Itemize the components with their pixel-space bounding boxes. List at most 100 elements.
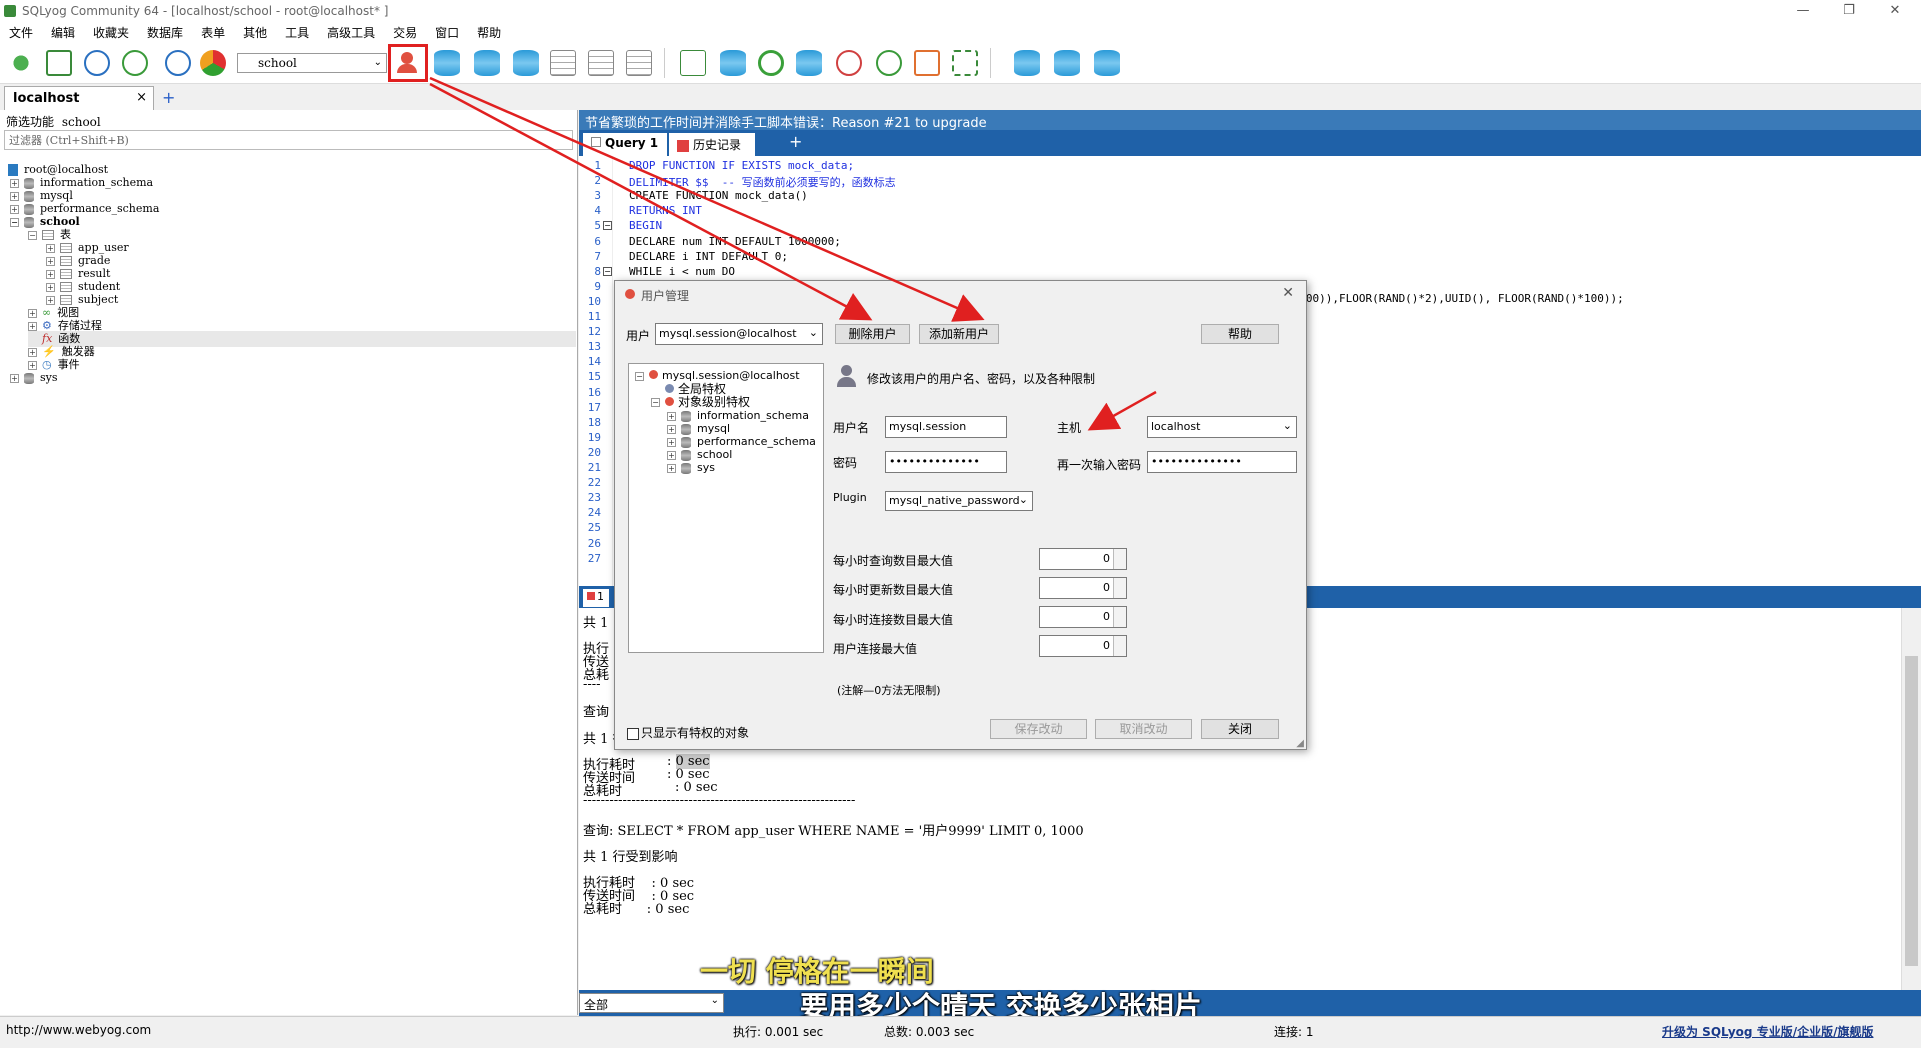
schema-designer-icon[interactable] (952, 50, 978, 76)
close-tab-icon[interactable]: × (136, 90, 147, 105)
status-url[interactable]: http://www.webyog.com (6, 1023, 151, 1037)
expand-icon[interactable]: + (28, 321, 37, 331)
expand-icon[interactable]: + (667, 411, 676, 421)
max-user-connections-stepper[interactable]: 0 (1039, 635, 1127, 657)
close-icon[interactable]: ✕ (1282, 285, 1294, 301)
checkbox-box[interactable] (627, 727, 639, 740)
execute-all-icon[interactable] (122, 50, 148, 76)
plugin-select[interactable]: mysql_native_password ⌄ (885, 491, 1033, 511)
expand-icon[interactable]: + (10, 204, 19, 214)
data-sync-icon[interactable] (796, 50, 822, 76)
cancel-button[interactable]: 取消改动 (1095, 719, 1192, 739)
new-query-icon[interactable] (46, 50, 72, 76)
menu-advanced-tools[interactable]: 高级工具 (318, 24, 384, 41)
connect-icon[interactable] (8, 50, 34, 76)
expand-icon[interactable]: + (46, 243, 55, 253)
collapse-icon[interactable]: − (635, 371, 644, 381)
username-input[interactable]: mysql.session (885, 416, 1007, 438)
scroll-thumb[interactable] (1905, 656, 1918, 966)
expand-icon[interactable]: + (10, 373, 19, 383)
host-select[interactable]: localhost ⌄ (1147, 416, 1297, 438)
expand-icon[interactable]: + (46, 269, 55, 279)
tab-query-1[interactable]: Query 1 (583, 133, 667, 156)
sync-icon[interactable] (680, 50, 706, 76)
chevron-down-icon: ⌄ (808, 326, 818, 339)
collapse-icon[interactable]: − (10, 217, 19, 227)
menu-edit[interactable]: 编辑 (42, 24, 84, 41)
notify-icon[interactable] (876, 50, 902, 76)
save-button[interactable]: 保存改动 (990, 719, 1087, 739)
tab-history[interactable]: 历史记录 (669, 133, 755, 156)
execute-edit-icon[interactable] (165, 50, 191, 76)
database-select[interactable]: school ⌄ (237, 53, 387, 73)
refresh-icon[interactable] (758, 50, 784, 76)
delete-user-button[interactable]: 删除用户 (835, 324, 910, 344)
help-button[interactable]: 帮助 (1201, 324, 1279, 344)
expand-icon[interactable]: + (46, 282, 55, 292)
query-builder-icon[interactable] (914, 50, 940, 76)
menu-help[interactable]: 帮助 (468, 24, 510, 41)
menu-database[interactable]: 数据库 (138, 24, 192, 41)
filter-input[interactable]: 过滤器 (Ctrl+Shift+B) (4, 130, 573, 150)
expand-icon[interactable]: + (667, 424, 676, 434)
expand-icon[interactable]: + (46, 295, 55, 305)
show-only-checkbox[interactable]: 只显示有特权的对象 (627, 724, 749, 741)
upgrade-link[interactable]: 升级为 SQLyog 专业版/企业版/旗舰版 (1662, 1023, 1873, 1040)
collapse-icon[interactable]: − (651, 398, 660, 407)
upgrade-notice[interactable]: 节省繁琐的工作时间并消除手工脚本错误：Reason #21 to upgrade (579, 110, 1921, 131)
table-data-icon[interactable] (550, 50, 576, 76)
result-tab-1[interactable]: 1 (583, 589, 609, 607)
menu-tools[interactable]: 工具 (276, 24, 318, 41)
expand-icon[interactable]: + (667, 450, 676, 460)
max-connections-stepper[interactable]: 0 (1039, 606, 1127, 628)
import-icon[interactable] (626, 50, 652, 76)
max-queries-stepper[interactable]: 0 (1039, 548, 1127, 570)
password-input[interactable]: •••••••••••••• (885, 451, 1007, 473)
confirm-password-input[interactable]: •••••••••••••• (1147, 451, 1297, 473)
backup-icon[interactable] (474, 50, 500, 76)
restore-icon[interactable]: ❐ (1826, 0, 1872, 22)
expand-icon[interactable]: + (28, 308, 37, 318)
close-button[interactable]: 关闭 (1201, 719, 1279, 739)
result-filter-select[interactable]: 全部 ⌄ (579, 993, 724, 1013)
menu-favorites[interactable]: 收藏夹 (84, 24, 138, 41)
tree-db-sys[interactable]: + sys (10, 370, 58, 386)
tree-db-sys[interactable]: + sys (667, 460, 715, 476)
results-scrollbar[interactable] (1901, 608, 1921, 995)
expand-icon[interactable]: + (667, 437, 676, 447)
resize-grip-icon[interactable]: ◢ (1296, 738, 1304, 749)
tree-functions[interactable]: fx 函数 (28, 331, 576, 347)
menu-table[interactable]: 表单 (192, 24, 234, 41)
tab-localhost[interactable]: localhost × (4, 86, 154, 110)
execute-icon[interactable] (84, 50, 110, 76)
schema-icon[interactable] (200, 50, 226, 76)
db-sync-icon[interactable] (1014, 50, 1040, 76)
expand-icon[interactable]: + (46, 256, 55, 266)
import-db-icon[interactable] (1094, 50, 1120, 76)
grid-icon[interactable] (588, 50, 614, 76)
menu-transaction[interactable]: 交易 (384, 24, 426, 41)
collapse-icon[interactable]: − (28, 230, 37, 240)
expand-icon[interactable]: + (28, 360, 37, 370)
fold-icon[interactable]: − (603, 221, 612, 231)
create-db-icon[interactable] (434, 50, 460, 76)
add-tab-icon[interactable]: + (162, 88, 175, 107)
user-select[interactable]: mysql.session@localhost ⌄ (655, 323, 823, 345)
menu-other[interactable]: 其他 (234, 24, 276, 41)
copy-db-icon[interactable] (720, 50, 746, 76)
add-user-button[interactable]: 添加新用户 (919, 324, 999, 344)
menu-window[interactable]: 窗口 (426, 24, 468, 41)
export-icon[interactable] (1054, 50, 1080, 76)
max-updates-stepper[interactable]: 0 (1039, 577, 1127, 599)
scheduler-icon[interactable] (836, 50, 862, 76)
expand-icon[interactable]: + (28, 347, 37, 357)
expand-icon[interactable]: + (10, 191, 19, 201)
minimize-icon[interactable]: — (1780, 0, 1826, 22)
add-query-tab-icon[interactable]: + (789, 132, 802, 151)
expand-icon[interactable]: + (10, 178, 19, 188)
menu-file[interactable]: 文件 (0, 24, 42, 41)
close-icon[interactable]: ✕ (1872, 0, 1918, 22)
fold-icon[interactable]: − (603, 266, 612, 276)
expand-icon[interactable]: + (667, 463, 676, 473)
restore-icon[interactable] (513, 50, 539, 76)
